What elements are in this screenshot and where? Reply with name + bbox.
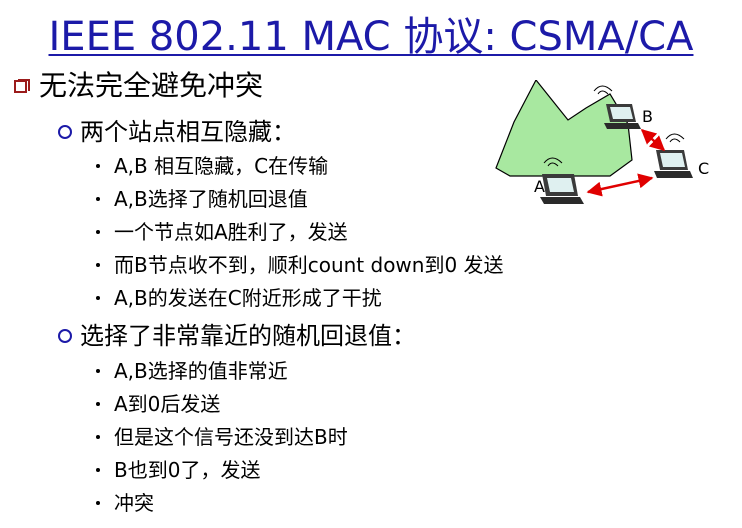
list-item-text: 而B节点收不到，顺利count down到0 发送 bbox=[114, 253, 504, 277]
section-heading-hidden-stations: 两个站点相互隐藏： bbox=[58, 112, 296, 147]
main-point-text: 无法完全避免冲突 bbox=[39, 69, 264, 102]
list-item-text: A到0后发送 bbox=[114, 392, 221, 416]
list-item: A,B选择了随机回退值 bbox=[96, 183, 308, 212]
list-item-text: B也到0了，发送 bbox=[114, 458, 261, 482]
list-item: B也到0了，发送 bbox=[96, 454, 260, 483]
dot-bullet-icon bbox=[96, 230, 100, 234]
laptop-c-icon bbox=[654, 133, 693, 178]
arrow-a-c bbox=[586, 173, 654, 197]
dot-bullet-icon bbox=[96, 501, 100, 505]
list-item-text: 冲突 bbox=[114, 491, 154, 515]
square-bullet-icon bbox=[14, 79, 30, 93]
list-item: 一个节点如A胜利了，发送 bbox=[96, 216, 348, 245]
dot-bullet-icon bbox=[96, 197, 100, 201]
dot-bullet-icon bbox=[96, 435, 100, 439]
dot-bullet-icon bbox=[96, 164, 100, 168]
station-label-c: C bbox=[698, 159, 709, 178]
list-item: A,B 相互隐藏，C在传输 bbox=[96, 150, 328, 179]
list-item-text: 但是这个信号还没到达B时 bbox=[114, 425, 348, 449]
station-label-b: B bbox=[642, 107, 653, 126]
section-heading-close-backoff: 选择了非常靠近的随机回退值： bbox=[58, 316, 416, 351]
slide-title: IEEE 802.11 MAC 协议: CSMA/CA bbox=[48, 14, 694, 60]
circle-bullet-icon bbox=[58, 329, 72, 343]
list-item-text: 一个节点如A胜利了，发送 bbox=[114, 220, 348, 244]
dot-bullet-icon bbox=[96, 263, 100, 267]
list-item-text: A,B的发送在C附近形成了干扰 bbox=[114, 286, 382, 310]
main-point: 无法完全避免冲突 bbox=[14, 64, 263, 104]
dot-bullet-icon bbox=[96, 369, 100, 373]
section-heading-text: 两个站点相互隐藏： bbox=[80, 118, 296, 146]
list-item-text: A,B选择的值非常近 bbox=[114, 359, 288, 383]
list-item: A,B选择的值非常近 bbox=[96, 355, 288, 384]
arrow-b-c bbox=[640, 128, 666, 152]
list-item: A到0后发送 bbox=[96, 388, 220, 417]
hidden-station-diagram: A B C bbox=[495, 80, 709, 204]
circle-bullet-icon bbox=[58, 125, 72, 139]
dot-bullet-icon bbox=[96, 296, 100, 300]
list-item: A,B的发送在C附近形成了干扰 bbox=[96, 282, 382, 311]
section-heading-text: 选择了非常靠近的随机回退值： bbox=[80, 322, 416, 350]
list-item-text: A,B选择了随机回退值 bbox=[114, 187, 308, 211]
dot-bullet-icon bbox=[96, 468, 100, 472]
list-item-text: A,B 相互隐藏，C在传输 bbox=[114, 154, 329, 178]
list-item: 冲突 bbox=[96, 487, 154, 516]
list-item: 但是这个信号还没到达B时 bbox=[96, 421, 348, 450]
station-label-a: A bbox=[534, 177, 545, 196]
list-item: 而B节点收不到，顺利count down到0 发送 bbox=[96, 249, 504, 278]
dot-bullet-icon bbox=[96, 402, 100, 406]
